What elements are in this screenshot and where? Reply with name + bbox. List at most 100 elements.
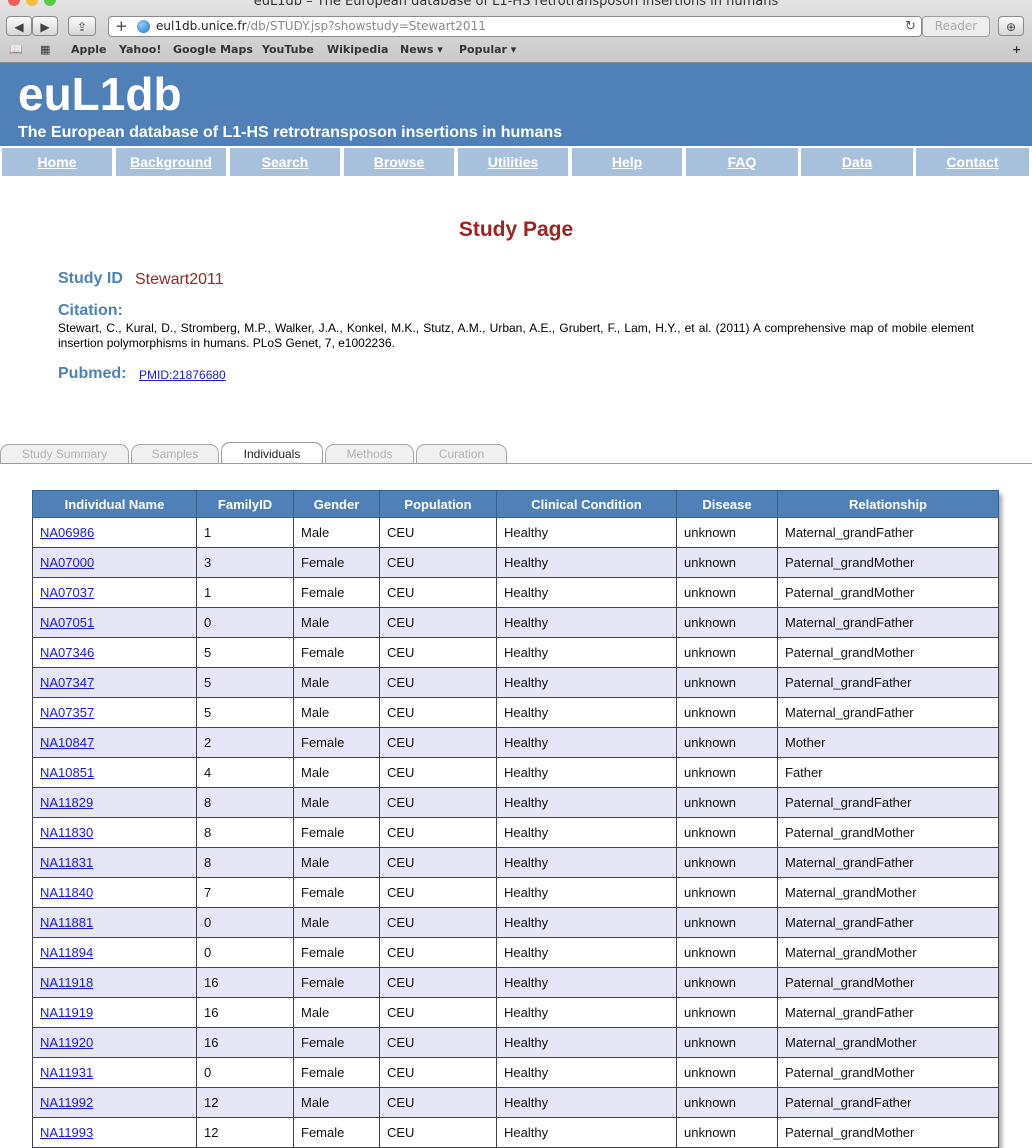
cell-population: CEU <box>379 1057 497 1088</box>
col-header-individual-name[interactable]: Individual Name <box>32 490 197 518</box>
cell-clinical-condition: Healthy <box>496 877 677 908</box>
individual-link[interactable]: NA11919 <box>40 1005 93 1020</box>
bookmark-news-menu[interactable]: News ▾ <box>400 43 443 56</box>
individual-link[interactable]: NA11931 <box>40 1065 93 1080</box>
back-button[interactable]: ◀ <box>6 16 32 36</box>
individual-link[interactable]: NA06986 <box>40 525 94 540</box>
individual-link[interactable]: NA10847 <box>40 735 94 750</box>
forward-arrow-icon: ▶ <box>40 20 50 34</box>
col-header-clinical-condition[interactable]: Clinical Condition <box>496 490 677 518</box>
cell-individual-name: NA11831 <box>32 847 197 878</box>
cell-clinical-condition: Healthy <box>496 847 677 878</box>
site-logo[interactable]: euL1db <box>18 67 182 121</box>
nav-item-data: Data <box>801 148 913 176</box>
cell-disease: unknown <box>676 1057 778 1088</box>
individual-link[interactable]: NA07357 <box>40 705 94 720</box>
nav-link-home[interactable]: Home <box>38 154 77 170</box>
cell-individual-name: NA11830 <box>32 817 197 848</box>
col-header-gender[interactable]: Gender <box>293 490 380 518</box>
bookmark-yahoo[interactable]: Yahoo! <box>119 43 161 56</box>
individual-link[interactable]: NA10851 <box>40 765 94 780</box>
col-header-relationship[interactable]: Relationship <box>777 490 999 518</box>
cell-family-id: 0 <box>196 937 294 968</box>
tab-study-summary[interactable]: Study Summary <box>0 444 129 463</box>
table-row: NA07051 0 Male CEU Healthy unknown Maternal_gr… <box>32 607 999 638</box>
col-header-population[interactable]: Population <box>379 490 497 518</box>
share-button[interactable]: ⇪ <box>68 16 96 36</box>
bookmark-apple[interactable]: Apple <box>71 43 107 56</box>
cell-disease: unknown <box>676 547 778 578</box>
reload-icon[interactable]: ↻ <box>905 17 916 36</box>
table-row: NA11830 8 Female CEU Healthy unknown Paternal_… <box>32 817 999 848</box>
nav-link-utilities[interactable]: Utilities <box>488 154 539 170</box>
cell-individual-name: NA07357 <box>32 697 197 728</box>
individual-link[interactable]: NA07346 <box>40 645 94 660</box>
cell-clinical-condition: Healthy <box>496 817 677 848</box>
individual-link[interactable]: NA11881 <box>40 915 93 930</box>
individual-link[interactable]: NA11831 <box>40 855 93 870</box>
nav-link-search[interactable]: Search <box>262 154 309 170</box>
cell-family-id: 16 <box>196 997 294 1028</box>
nav-link-contact[interactable]: Contact <box>946 154 998 170</box>
table-row: NA10847 2 Female CEU Healthy unknown Mother <box>32 727 999 758</box>
forward-button[interactable]: ▶ <box>32 16 58 36</box>
nav-link-faq[interactable]: FAQ <box>728 154 757 170</box>
individual-link[interactable]: NA11830 <box>40 825 93 840</box>
tab-samples[interactable]: Samples <box>131 444 219 463</box>
cell-relationship: Maternal_grandMother <box>777 1027 999 1058</box>
individual-link[interactable]: NA07051 <box>40 615 94 630</box>
cell-gender: Male <box>293 757 380 788</box>
top-sites-grid-icon[interactable]: ▦ <box>40 43 50 56</box>
individual-link[interactable]: NA11920 <box>40 1035 93 1050</box>
individual-link[interactable]: NA11894 <box>40 945 93 960</box>
individual-link[interactable]: NA11993 <box>40 1125 93 1140</box>
individual-link[interactable]: NA11918 <box>40 975 93 990</box>
nav-link-background[interactable]: Background <box>130 154 212 170</box>
cell-population: CEU <box>379 997 497 1028</box>
cell-individual-name: NA11881 <box>32 907 197 938</box>
cell-population: CEU <box>379 697 497 728</box>
nav-link-browse[interactable]: Browse <box>374 154 425 170</box>
tab-curation[interactable]: Curation <box>416 444 507 463</box>
individual-link[interactable]: NA11829 <box>40 795 93 810</box>
table-row: NA11920 16 Female CEU Healthy unknown Maternal… <box>32 1027 999 1058</box>
nav-item-browse: Browse <box>344 148 454 176</box>
add-bookmark-icon[interactable]: + <box>115 17 128 36</box>
cell-gender: Male <box>293 697 380 728</box>
cell-clinical-condition: Healthy <box>496 997 677 1028</box>
url-path: /db/STUDY.jsp?showstudy=Stewart2011 <box>246 19 486 33</box>
cell-population: CEU <box>379 817 497 848</box>
individual-link[interactable]: NA11992 <box>40 1095 93 1110</box>
col-header-disease[interactable]: Disease <box>676 490 778 518</box>
tab-methods[interactable]: Methods <box>325 444 414 463</box>
new-tab-icon[interactable]: + <box>1012 43 1021 56</box>
cell-population: CEU <box>379 547 497 578</box>
cell-disease: unknown <box>676 517 778 548</box>
cell-individual-name: NA11829 <box>32 787 197 818</box>
individual-link[interactable]: NA07347 <box>40 675 94 690</box>
bookmark-youtube[interactable]: YouTube <box>262 43 314 56</box>
tab-individuals[interactable]: Individuals <box>221 442 323 464</box>
table-row: NA11918 16 Female CEU Healthy unknown Paternal… <box>32 967 999 998</box>
nav-link-data[interactable]: Data <box>842 154 872 170</box>
bookmark-google-maps[interactable]: Google Maps <box>173 43 253 56</box>
downloads-button[interactable]: ⊕ <box>998 16 1024 36</box>
pubmed-link[interactable]: PMID:21876680 <box>139 368 226 382</box>
window-title: euL1db – The European database of L1-HS … <box>253 0 779 9</box>
cell-individual-name: NA07051 <box>32 607 197 638</box>
cell-disease: unknown <box>676 1117 778 1148</box>
bookmarks-book-icon[interactable]: 📖 <box>9 43 23 56</box>
cell-gender: Male <box>293 667 380 698</box>
address-bar[interactable]: + eul1db.unice.fr/db/STUDY.jsp?showstudy… <box>108 16 922 37</box>
individual-link[interactable]: NA11840 <box>40 885 93 900</box>
reader-button[interactable]: Reader <box>922 16 990 37</box>
bookmark-wikipedia[interactable]: Wikipedia <box>327 43 388 56</box>
cell-clinical-condition: Healthy <box>496 967 677 998</box>
individual-link[interactable]: NA07000 <box>40 555 94 570</box>
bookmark-popular-menu[interactable]: Popular ▾ <box>459 43 516 56</box>
col-header-family-id[interactable]: FamilyID <box>196 490 294 518</box>
individual-link[interactable]: NA07037 <box>40 585 94 600</box>
cell-gender: Female <box>293 1117 380 1148</box>
cell-population: CEU <box>379 787 497 818</box>
nav-link-help[interactable]: Help <box>612 154 642 170</box>
